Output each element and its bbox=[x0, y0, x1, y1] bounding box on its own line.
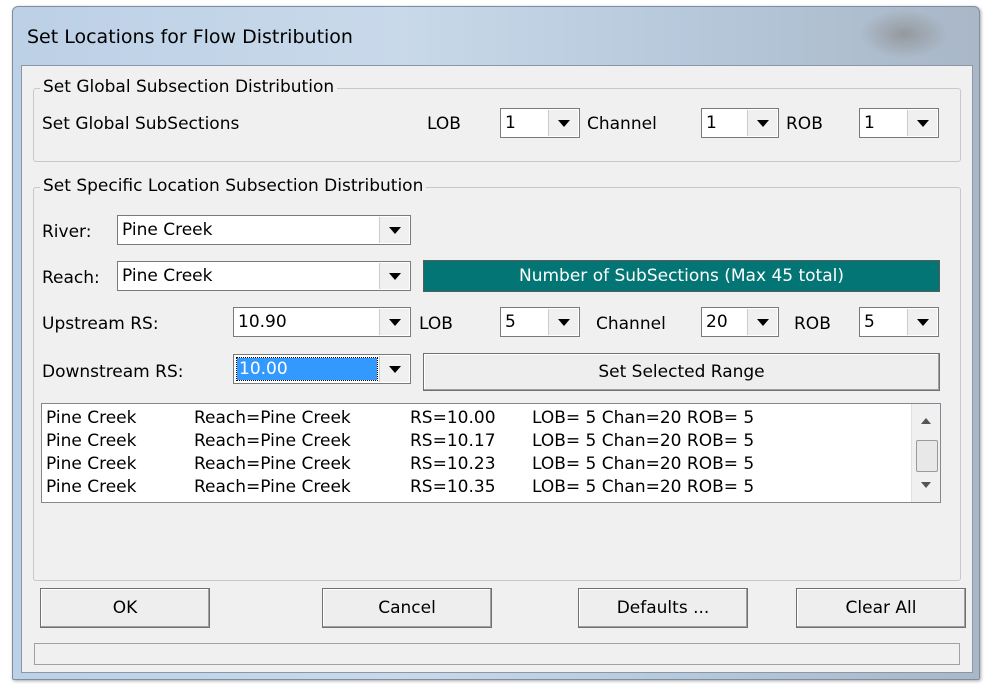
global-lob-dropdown[interactable]: 1 bbox=[500, 108, 580, 138]
list-item-river: Pine Creek bbox=[46, 431, 137, 451]
dialog-client-area: Set Global Subsection Distribution Set G… bbox=[21, 65, 973, 673]
chevron-down-icon[interactable] bbox=[548, 110, 578, 136]
list-item-rs: RS=10.35 bbox=[410, 477, 496, 497]
downstream-rs-value: 10.00 bbox=[236, 357, 378, 381]
global-rob-label: ROB bbox=[786, 114, 823, 134]
specific-group-title: Set Specific Location Subsection Distrib… bbox=[40, 176, 427, 196]
scroll-thumb[interactable] bbox=[916, 440, 938, 472]
chevron-down-icon[interactable] bbox=[548, 309, 578, 335]
chevron-down-icon[interactable] bbox=[379, 263, 409, 289]
list-item-reach: Reach=Pine Creek bbox=[194, 408, 351, 428]
upstream-rs-dropdown[interactable]: 10.90 bbox=[233, 307, 411, 337]
title-bar[interactable]: Set Locations for Flow Distribution bbox=[13, 7, 979, 63]
specific-lob-dropdown[interactable]: 5 bbox=[500, 307, 580, 337]
list-item-river: Pine Creek bbox=[46, 454, 137, 474]
list-item-reach: Reach=Pine Creek bbox=[194, 454, 351, 474]
global-rob-dropdown[interactable]: 1 bbox=[859, 108, 939, 138]
river-label: River: bbox=[42, 222, 92, 242]
list-item-reach: Reach=Pine Creek bbox=[194, 431, 351, 451]
specific-channel-value: 20 bbox=[706, 312, 728, 332]
reach-value: Pine Creek bbox=[122, 266, 213, 286]
defaults-button[interactable]: Defaults ... bbox=[578, 588, 748, 628]
specific-channel-label: Channel bbox=[596, 314, 666, 334]
global-rob-value: 1 bbox=[864, 113, 875, 133]
set-selected-range-button[interactable]: Set Selected Range bbox=[423, 353, 940, 391]
global-group-title: Set Global Subsection Distribution bbox=[40, 77, 338, 97]
reach-label: Reach: bbox=[42, 268, 100, 288]
clear-all-button[interactable]: Clear All bbox=[796, 588, 966, 628]
upstream-rs-label: Upstream RS: bbox=[42, 314, 159, 334]
dialog-window: Set Locations for Flow Distribution Set … bbox=[12, 6, 980, 680]
list-item-river: Pine Creek bbox=[46, 477, 137, 497]
list-item-river: Pine Creek bbox=[46, 408, 137, 428]
global-subsection-group: Set Global Subsection Distribution Set G… bbox=[33, 77, 961, 162]
reach-dropdown[interactable]: Pine Creek bbox=[117, 261, 411, 291]
global-channel-dropdown[interactable]: 1 bbox=[701, 108, 779, 138]
list-item-dist: LOB= 5 Chan=20 ROB= 5 bbox=[532, 408, 755, 428]
chevron-down-icon[interactable] bbox=[747, 309, 777, 335]
specific-rob-dropdown[interactable]: 5 bbox=[859, 307, 939, 337]
specific-rob-label: ROB bbox=[794, 314, 831, 334]
specific-subsection-group: Set Specific Location Subsection Distrib… bbox=[33, 176, 961, 581]
specific-lob-label: LOB bbox=[419, 314, 453, 334]
titlebar-decoration bbox=[859, 9, 949, 59]
chevron-down-icon[interactable] bbox=[379, 356, 409, 382]
global-channel-value: 1 bbox=[706, 113, 717, 133]
downstream-rs-dropdown[interactable]: 10.00 bbox=[233, 354, 411, 384]
chevron-down-icon[interactable] bbox=[907, 309, 937, 335]
cancel-button[interactable]: Cancel bbox=[322, 588, 492, 628]
list-item-rs: RS=10.17 bbox=[410, 431, 496, 451]
global-lob-value: 1 bbox=[505, 113, 516, 133]
scroll-down-icon[interactable] bbox=[921, 482, 931, 488]
scroll-up-icon[interactable] bbox=[921, 418, 931, 424]
list-item-dist: LOB= 5 Chan=20 ROB= 5 bbox=[532, 454, 755, 474]
river-dropdown[interactable]: Pine Creek bbox=[117, 215, 411, 245]
global-lob-label: LOB bbox=[427, 114, 461, 134]
list-item-rs: RS=10.23 bbox=[410, 454, 496, 474]
downstream-rs-label: Downstream RS: bbox=[42, 362, 184, 382]
chevron-down-icon[interactable] bbox=[747, 110, 777, 136]
subsection-list[interactable]: Pine Creek Reach=Pine Creek RS=10.00 LOB= 5… bbox=[41, 403, 941, 503]
specific-channel-dropdown[interactable]: 20 bbox=[701, 307, 779, 337]
list-item-dist: LOB= 5 Chan=20 ROB= 5 bbox=[532, 477, 755, 497]
list-item-dist: LOB= 5 Chan=20 ROB= 5 bbox=[532, 431, 755, 451]
chevron-down-icon[interactable] bbox=[379, 309, 409, 335]
specific-lob-value: 5 bbox=[505, 312, 516, 332]
global-subsections-label: Set Global SubSections bbox=[42, 114, 240, 134]
list-item-reach: Reach=Pine Creek bbox=[194, 477, 351, 497]
window-title: Set Locations for Flow Distribution bbox=[27, 26, 353, 48]
global-channel-label: Channel bbox=[587, 114, 657, 134]
chevron-down-icon[interactable] bbox=[379, 217, 409, 243]
ok-button[interactable]: OK bbox=[40, 588, 210, 628]
specific-rob-value: 5 bbox=[864, 312, 875, 332]
list-item-rs: RS=10.00 bbox=[410, 408, 496, 428]
chevron-down-icon[interactable] bbox=[907, 110, 937, 136]
upstream-rs-value: 10.90 bbox=[238, 312, 287, 332]
subsections-banner: Number of SubSections (Max 45 total) bbox=[423, 260, 940, 292]
list-scrollbar[interactable] bbox=[911, 404, 940, 502]
status-bar bbox=[34, 643, 960, 665]
river-value: Pine Creek bbox=[122, 220, 213, 240]
